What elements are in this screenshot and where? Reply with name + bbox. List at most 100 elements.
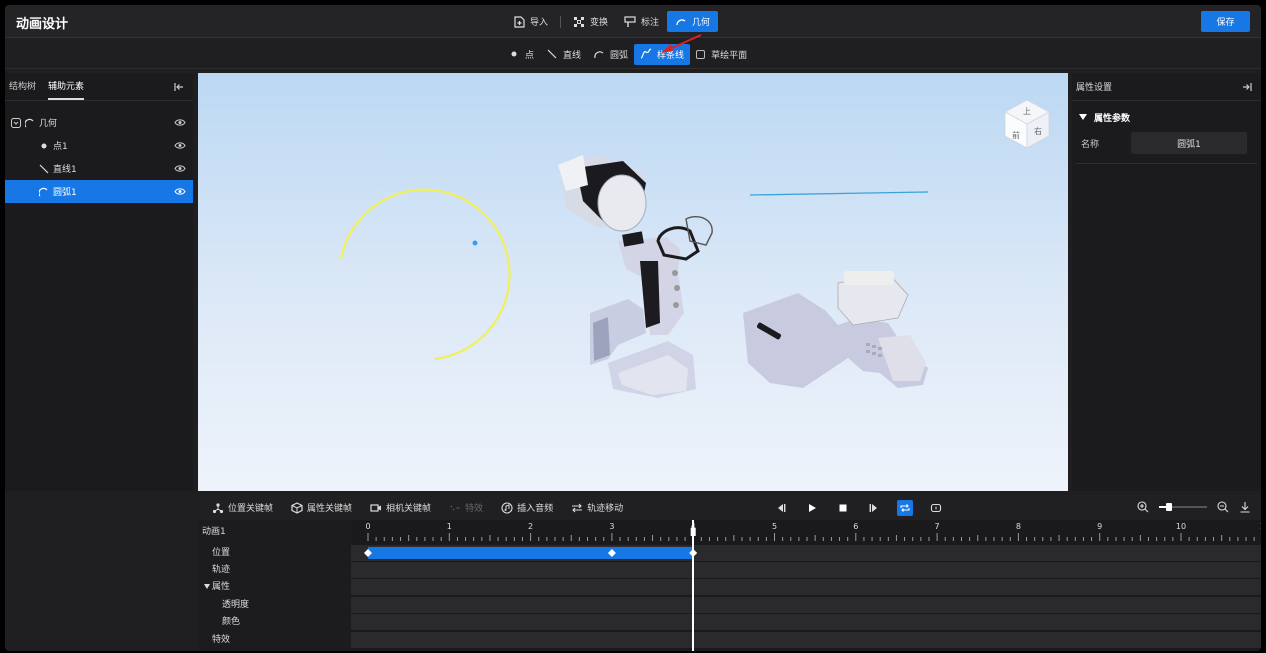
timeline-body: 动画1 位置 轨迹 属性 透明度 颜色 特效 0123456789101 <box>198 520 1261 651</box>
header-bar: 动画设计 导入 变换 标注 几何 保存 <box>5 5 1261 38</box>
track-label-effect[interactable]: 特效 <box>212 632 230 649</box>
tree-item-label: 几何 <box>39 119 58 129</box>
tab-structure-tree[interactable]: 结构树 <box>9 73 36 101</box>
track-label-position[interactable]: 位置 <box>212 545 230 562</box>
trajectory-move-button[interactable]: 轨迹移动 <box>571 501 623 514</box>
scene-canvas[interactable] <box>198 73 1068 491</box>
visibility-eye-icon[interactable] <box>174 186 186 197</box>
transform-button[interactable]: 变换 <box>565 11 616 32</box>
property-params-section[interactable]: 属性参数 <box>1072 105 1261 129</box>
track-label-opacity[interactable]: 透明度 <box>222 597 249 614</box>
download-icon[interactable] <box>1239 501 1251 513</box>
position-keyframe-icon <box>212 502 224 514</box>
track-label-properties[interactable]: 属性 <box>204 579 230 596</box>
line-geometry <box>749 191 929 196</box>
property-keyframe-label: 属性关键帧 <box>307 504 353 514</box>
divider <box>1076 163 1257 164</box>
effect-button[interactable]: 特效 <box>449 501 483 514</box>
zoom-out-icon[interactable] <box>1217 501 1229 513</box>
geometry-button[interactable]: 几何 <box>667 11 719 32</box>
camera-keyframe-label: 相机关键帧 <box>386 504 432 514</box>
toolbar-divider <box>560 15 562 28</box>
collapse-triangle-icon <box>1079 114 1087 120</box>
expand-caret-icon[interactable] <box>204 584 210 589</box>
clip-layer[interactable] <box>351 520 1261 651</box>
import-button[interactable]: 导入 <box>505 11 556 32</box>
loop-icon <box>900 504 910 512</box>
expand-toggle-icon[interactable] <box>11 117 21 128</box>
transform-label: 变换 <box>590 18 609 28</box>
playhead[interactable] <box>692 520 695 651</box>
collapse-right-icon[interactable] <box>1241 81 1253 93</box>
zoom-in-icon[interactable] <box>1137 501 1149 513</box>
animation-name: 动画1 <box>202 527 226 537</box>
import-icon <box>513 15 525 28</box>
app-window: 动画设计 导入 变换 标注 几何 保存 点 直线 圆弧 样条线 草绘平面 结构树… <box>5 5 1261 651</box>
loop-button[interactable] <box>897 500 913 516</box>
arc-tool-button[interactable]: 圆弧 <box>587 44 634 65</box>
prev-frame-icon <box>778 504 786 512</box>
timeline-panel: 位置关键帧 属性关键帧 相机关键帧 特效 插入音频 轨迹移动 动画1 位置 轨迹… <box>198 495 1261 651</box>
position-clip[interactable] <box>368 547 694 559</box>
right-panel: 属性设置 属性参数 名称 圆弧1 <box>1072 73 1261 491</box>
track-labels: 动画1 位置 轨迹 属性 透明度 颜色 特效 <box>198 520 346 651</box>
property-keyframe-button[interactable]: 属性关键帧 <box>291 501 352 514</box>
arc-geometry <box>339 188 511 361</box>
play-icon <box>809 504 816 512</box>
zoom-slider-handle[interactable] <box>1165 503 1172 511</box>
prev-frame-button[interactable] <box>773 500 789 516</box>
geometry-label: 几何 <box>692 18 711 28</box>
left-panel: 结构树 辅助元素 几何 点1 直线1 圆弧1 <box>5 73 193 491</box>
collapse-left-icon[interactable] <box>173 81 185 93</box>
insert-audio-label: 插入音频 <box>517 504 554 514</box>
camera-keyframe-button[interactable]: 相机关键帧 <box>370 501 431 514</box>
visibility-eye-icon[interactable] <box>174 163 186 174</box>
name-field-label: 名称 <box>1081 139 1100 150</box>
annotation-button[interactable]: 标注 <box>616 11 667 32</box>
geometry-toolbar: 点 直线 圆弧 样条线 草绘平面 <box>5 34 1261 69</box>
single-loop-icon <box>930 503 942 513</box>
tree-item-point[interactable]: 点1 <box>5 134 193 157</box>
annotation-arrow-icon <box>661 34 702 53</box>
visibility-eye-icon[interactable] <box>174 140 186 151</box>
line-tool-button[interactable]: 直线 <box>540 44 587 65</box>
position-keyframe-label: 位置关键帧 <box>228 504 274 514</box>
zoom-slider[interactable] <box>1159 503 1207 511</box>
tree-item-label: 直线1 <box>53 165 77 175</box>
stop-button[interactable] <box>835 500 851 516</box>
tab-auxiliary-elements[interactable]: 辅助元素 <box>48 73 85 101</box>
single-loop-button[interactable] <box>928 500 944 516</box>
arc-icon <box>25 118 35 128</box>
line-icon <box>546 48 558 60</box>
arc-icon <box>675 16 687 28</box>
tree-item-geometry[interactable]: 几何 <box>5 111 193 134</box>
import-label: 导入 <box>530 18 549 28</box>
3d-viewport[interactable]: 上 前 右 <box>198 73 1068 491</box>
visibility-eye-icon[interactable] <box>174 117 186 128</box>
timeline-tracks[interactable]: 0123456789101 <box>351 520 1261 651</box>
left-panel-tabs: 结构树 辅助元素 <box>5 73 193 101</box>
next-frame-button[interactable] <box>866 500 882 516</box>
save-button[interactable]: 保存 <box>1201 11 1250 32</box>
track-label-trajectory[interactable]: 轨迹 <box>212 562 230 579</box>
audio-icon <box>501 501 513 514</box>
property-settings-title: 属性设置 <box>1076 83 1113 93</box>
play-button[interactable] <box>804 500 820 516</box>
tree-item-arc[interactable]: 圆弧1 <box>5 180 193 203</box>
playback-controls <box>773 500 959 516</box>
point-tool-label: 点 <box>525 50 535 61</box>
drill-chuck-model <box>558 155 647 232</box>
insert-audio-button[interactable]: 插入音频 <box>501 501 553 514</box>
arc-tool-label: 圆弧 <box>610 50 629 61</box>
track-label-color[interactable]: 颜色 <box>222 614 240 631</box>
top-toolbar: 导入 变换 标注 几何 <box>505 11 719 32</box>
point-geometry <box>472 240 478 246</box>
tree-item-line[interactable]: 直线1 <box>5 157 193 180</box>
view-cube-right-label: 右 <box>1034 126 1042 136</box>
position-keyframe-button[interactable]: 位置关键帧 <box>212 501 273 514</box>
transform-icon <box>573 16 585 28</box>
property-keyframe-icon <box>291 501 303 514</box>
name-field-input[interactable]: 圆弧1 <box>1131 132 1247 154</box>
point-tool-button[interactable]: 点 <box>502 44 540 65</box>
view-cube-icon[interactable]: 上 前 右 <box>1001 96 1053 152</box>
